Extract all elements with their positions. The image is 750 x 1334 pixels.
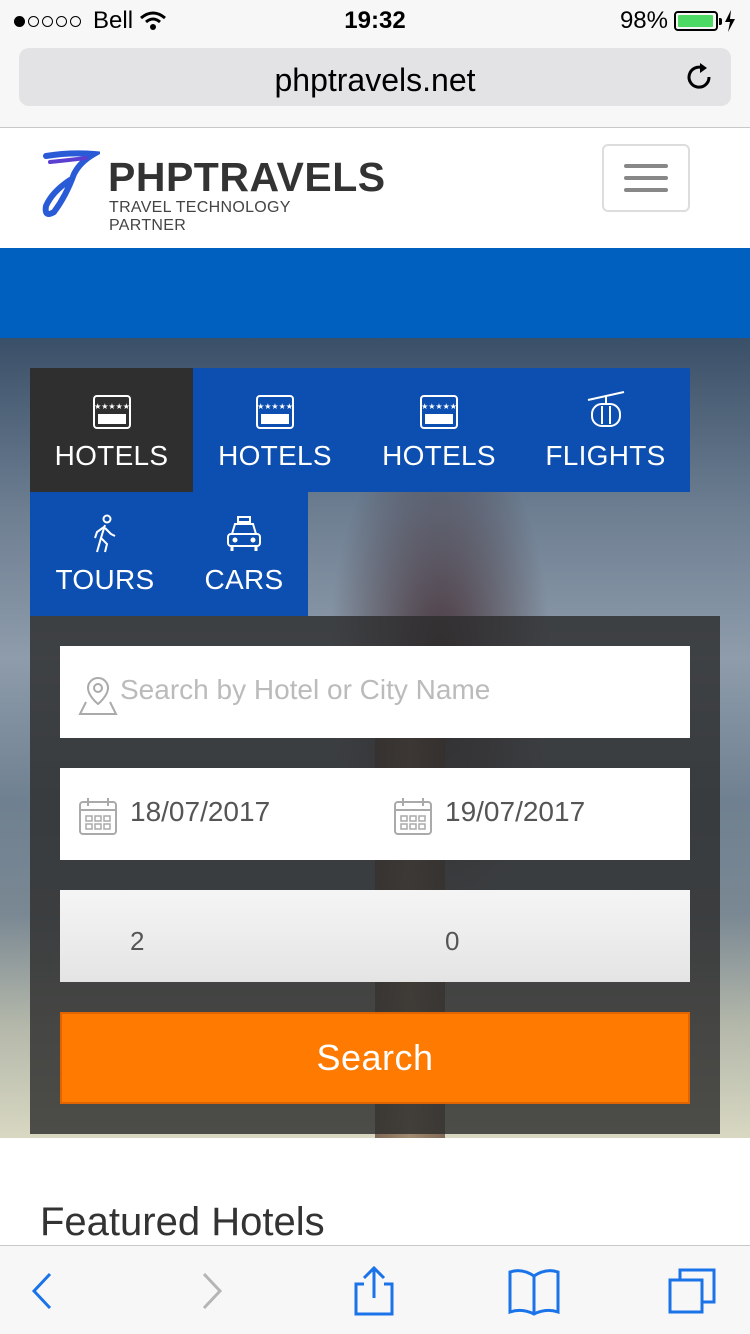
children-select[interactable]: 0 — [375, 890, 690, 982]
back-icon[interactable] — [16, 1266, 72, 1316]
svg-text:★★★★★: ★★★★★ — [94, 402, 130, 411]
url-text: phptravels.net — [274, 62, 476, 98]
checkout-date: 19/07/2017 — [445, 796, 586, 827]
tab-flights[interactable]: FLIGHTS — [521, 368, 690, 492]
tab-hotels-2[interactable]: ★★★★★ HOTELS — [193, 368, 357, 492]
hotel-icon: ★★★★★ — [420, 395, 458, 429]
menu-button[interactable] — [602, 144, 690, 212]
header-banner — [0, 248, 750, 338]
tab-hotels-3[interactable]: ★★★★★ HOTELS — [357, 368, 521, 492]
tab-label: TOURS — [55, 564, 155, 595]
cable-car-icon — [587, 391, 624, 427]
search-placeholder: Search by Hotel or City Name — [120, 674, 491, 705]
adults-value: 2 — [130, 926, 145, 956]
browser-address-area: phptravels.net — [0, 40, 750, 128]
address-bar[interactable]: phptravels.net — [19, 48, 731, 106]
status-bar: Bell 19:32 98% — [0, 0, 750, 40]
tab-label: HOTELS — [54, 440, 169, 471]
featured-hotels-heading: Featured Hotels — [40, 1200, 325, 1244]
battery-percent: 98% — [619, 7, 668, 34]
hamburger-line — [624, 164, 668, 168]
charging-icon — [725, 10, 735, 32]
guests-row: 2 0 — [60, 890, 690, 982]
map-pin-icon — [78, 676, 118, 715]
hamburger-line — [624, 176, 668, 180]
svg-text:★★★★★: ★★★★★ — [257, 402, 293, 411]
checkin-field[interactable]: 18/07/2017 — [60, 768, 375, 860]
reload-icon[interactable] — [683, 61, 715, 93]
children-value: 0 — [445, 926, 460, 956]
browser-toolbar — [0, 1245, 750, 1334]
search-panel: Search by Hotel or City Name 18/07/2017 … — [30, 616, 720, 1134]
checkout-field[interactable]: 19/07/2017 — [375, 768, 690, 860]
tab-label: FLIGHTS — [545, 440, 666, 471]
logo-subtitle: TRAVEL TECHNOLOGY PARTNER — [109, 199, 291, 234]
checkin-date: 18/07/2017 — [130, 796, 271, 827]
walking-person-icon — [94, 514, 116, 553]
site-header: PHPTRAVELS TRAVEL TECHNOLOGY PARTNER — [0, 128, 750, 248]
destination-search-input[interactable]: Search by Hotel or City Name — [60, 646, 690, 738]
tab-label: HOTELS — [218, 440, 332, 471]
date-range-row: 18/07/2017 19/07/2017 — [60, 768, 690, 860]
tab-label: CARS — [204, 564, 284, 595]
search-button[interactable]: Search — [60, 1012, 690, 1104]
battery-icon — [674, 11, 722, 31]
logo-title: PHPTRAVELS — [108, 154, 386, 200]
calendar-icon — [79, 798, 117, 835]
car-icon — [227, 516, 261, 551]
share-icon[interactable] — [346, 1266, 402, 1316]
battery-area: 98% — [620, 7, 736, 35]
adults-select[interactable]: 2 — [60, 890, 375, 982]
tab-label: HOTELS — [382, 440, 496, 471]
tab-hotels-1[interactable]: ★★★★★ HOTELS — [30, 368, 193, 492]
tab-cars[interactable]: CARS — [180, 492, 308, 616]
battery-fill — [678, 15, 714, 27]
tab-tours[interactable]: TOURS — [30, 492, 180, 616]
svg-text:★★★★★: ★★★★★ — [421, 402, 457, 411]
site-logo[interactable]: PHPTRAVELS TRAVEL TECHNOLOGY PARTNER — [40, 150, 385, 234]
calendar-icon — [394, 798, 432, 835]
forward-icon[interactable] — [182, 1266, 238, 1316]
hamburger-line — [624, 188, 668, 192]
logo-mark-icon — [42, 150, 100, 217]
hotel-icon: ★★★★★ — [256, 395, 294, 429]
hotel-icon: ★★★★★ — [92, 395, 131, 429]
tabs-icon[interactable] — [666, 1266, 722, 1316]
bookmarks-icon[interactable] — [506, 1266, 562, 1316]
